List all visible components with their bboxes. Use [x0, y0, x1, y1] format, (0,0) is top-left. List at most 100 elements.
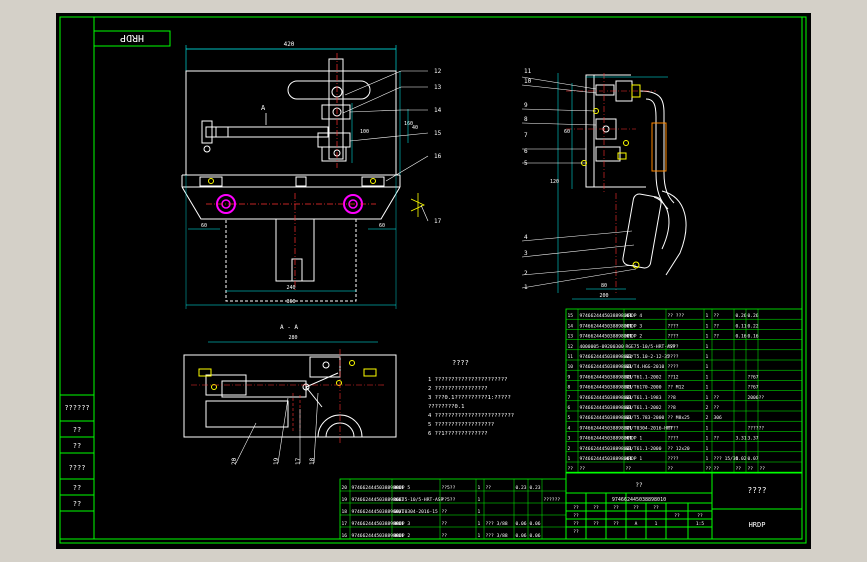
- title-cell-7: ??: [573, 529, 579, 535]
- side-callout-3: 8: [524, 116, 528, 123]
- bom-right-cell: 0.22: [748, 323, 759, 329]
- front-callout-5: 17: [434, 218, 442, 225]
- bottom-callout-0: 20: [231, 457, 238, 465]
- bom-right-cell: ??: [714, 323, 720, 329]
- title-cell-8: ??: [593, 521, 599, 527]
- front-dim-bottom-1: 360: [286, 299, 295, 305]
- bom-right-cell: 8: [568, 385, 571, 391]
- bom-right-cell: 4000005-09200300: [580, 344, 624, 350]
- bom-right-cell: ??: [714, 334, 720, 340]
- bom-bottom-cell: 1: [478, 521, 481, 527]
- bom-bottom-cell: HRDP 2: [394, 533, 411, 539]
- bom-bottom-cell: ??????: [544, 497, 561, 503]
- bom-right-cell: ??: [568, 466, 574, 472]
- bom-right-cell: ??: [760, 466, 766, 472]
- bom-right-cell: 0.16: [748, 334, 759, 340]
- bom-right-cell: ????: [668, 344, 679, 350]
- bom-bottom-cell: 20: [342, 485, 348, 491]
- bom-right-cell: 9746624445038898001: [580, 415, 633, 421]
- bom-right-cell: 3: [568, 436, 571, 442]
- bom-right-cell: GR/T0304-2016-HRT: [626, 425, 673, 431]
- bom-right-cell: 9746624445038898001: [580, 405, 633, 411]
- title-cell-12: ??: [674, 513, 680, 519]
- front-dim-bottom-2: 60: [201, 223, 207, 229]
- bom-right-cell: 0.11: [736, 323, 747, 329]
- bom-right-cell: 6: [568, 405, 571, 411]
- front-view: 420 240 360 60 60 100 160 40 A 12 13 14 …: [181, 41, 442, 309]
- bom-right-cell: 1: [706, 374, 709, 380]
- side-callout-9: 2: [524, 270, 528, 277]
- bom-bottom-cell: ??5??: [442, 485, 456, 491]
- title-cell-4: ??: [653, 505, 659, 511]
- bom-right-cell: 9746624445038898001: [580, 374, 633, 380]
- title-cell-10: A: [635, 521, 638, 527]
- bom-bottom-cell: 0.06: [516, 521, 527, 527]
- bom-right-cell: 11: [568, 354, 574, 360]
- bom-right-cell: 306: [714, 415, 723, 421]
- bom-right-cell: 1: [706, 334, 709, 340]
- title-cell-9: ??: [613, 521, 619, 527]
- bom-bottom-cell: ??: [442, 509, 448, 515]
- bom-right-cell: ??: [748, 466, 754, 472]
- bom-right-cell: 9: [568, 374, 571, 380]
- code-box-text: HRDP: [120, 32, 144, 43]
- bom-right-cell: HRDP 1: [626, 456, 643, 462]
- front-callout-4: 16: [434, 153, 442, 160]
- bom-bottom-cell: HRDP 5: [394, 485, 411, 491]
- bom-right-cell: GB/T61.1-2002: [626, 374, 662, 380]
- bom-right-cell: 1: [706, 344, 709, 350]
- bom-right-cell: ??: [714, 466, 720, 472]
- notes-line-4: 4 ????????????????????????: [428, 413, 514, 419]
- bom-bottom-cell: 0.06: [530, 521, 541, 527]
- bom-right-cell: 0.16: [736, 334, 747, 340]
- bom-right-cell: 0.07: [748, 456, 759, 462]
- side-dim-0: 60: [564, 129, 570, 135]
- bom-right-cell: 1: [706, 425, 709, 431]
- title-cell-2: ??: [613, 505, 619, 511]
- front-callout-3: 15: [434, 130, 442, 137]
- notes-line-5: 5 ??????????????????: [428, 422, 494, 428]
- bom-right-cell: ?? M12: [668, 385, 685, 391]
- bom-right-cell: GB/T4.HGG-2010: [626, 364, 665, 370]
- bom-right-cell: ??????: [748, 425, 765, 431]
- bom-table-right: 15 9746624445038898001HRDP 4?? ??? 1?? 0.26…: [565, 308, 803, 473]
- side-callout-7: 4: [524, 234, 528, 241]
- front-callout-2: 14: [434, 107, 442, 114]
- bom-bottom-cell: 0.06: [530, 533, 541, 539]
- notes-line-3: ????????0.1: [428, 404, 464, 410]
- bom-right-cell: GB/T5.10-2-12-35: [626, 354, 670, 360]
- bom-right-cell: ?? ???: [668, 313, 685, 319]
- title-top-label: ??: [635, 482, 643, 489]
- bom-right-cell: 0.02: [736, 456, 747, 462]
- side-dim-2: 80: [601, 283, 607, 289]
- bom-right-cell: ????: [668, 436, 679, 442]
- bom-right-cell: ????: [668, 364, 679, 370]
- bom-right-cell: ??: [706, 466, 712, 472]
- bom-right-cell: HRDP 4: [626, 313, 643, 319]
- bom-right-cell: HRDP 3: [626, 323, 643, 329]
- title-cell-5: ??: [573, 513, 579, 519]
- notes-line-6: 6 ??1?????????????: [428, 431, 488, 437]
- strip-text-2: ??: [73, 442, 81, 450]
- bom-right-cell: HRDP 2: [626, 334, 643, 340]
- side-callout-1: 10: [524, 78, 532, 85]
- side-callout-8: 3: [524, 250, 528, 257]
- front-view-label: A: [261, 104, 266, 112]
- bom-right-cell: 4: [568, 425, 571, 431]
- bom-right-cell: ??8: [668, 395, 677, 401]
- bom-right-cell: ??: [714, 395, 720, 401]
- bom-bottom-cell: ??: [486, 485, 492, 491]
- bom-right-cell: 1: [706, 323, 709, 329]
- side-callout-10: 1: [524, 284, 528, 291]
- bom-right-cell: 9746624445038898001: [580, 364, 633, 370]
- bom-right-cell: 9746624445038898001: [580, 425, 633, 431]
- front-dim-bottom-0: 240: [286, 285, 295, 291]
- bom-table-bottom: 20 9746624445038898001HRDP 5 ??5?? 1?? 0.23 0…: [339, 478, 567, 540]
- bom-right-cell: ??12: [668, 374, 679, 380]
- bom-bottom-cell: GB/T0304-2016-15: [394, 509, 438, 515]
- bom-right-cell: ????: [668, 425, 679, 431]
- front-top-dim: 420: [284, 41, 295, 48]
- title-block: ?? 974662445038898010 ???? HRDP ?? ?? ??…: [565, 472, 803, 540]
- bom-right-cell: 1: [706, 395, 709, 401]
- bom-right-cell: 9746624445038898001: [580, 456, 633, 462]
